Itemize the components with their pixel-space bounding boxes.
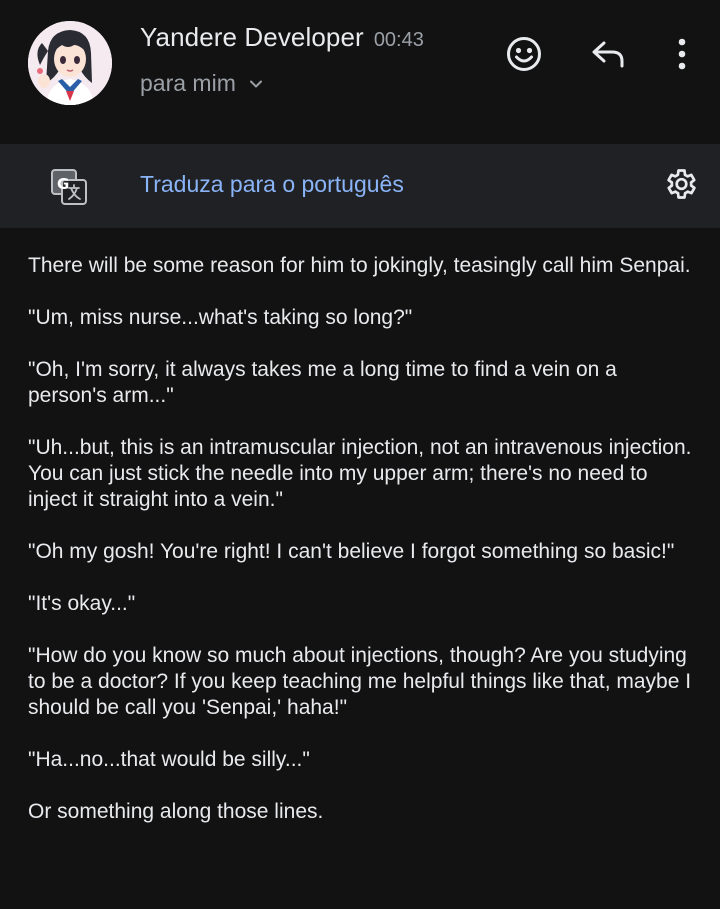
message-paragraph: "Oh, I'm sorry, it always takes me a lon… [28,358,617,407]
recipient-details-toggle[interactable]: para mim [140,70,264,97]
message-paragraph: "Ha...no...that would be silly..." [28,748,310,771]
google-translate-icon: G [50,168,88,206]
message-time: 00:43 [373,29,424,51]
more-options-button[interactable] [658,32,706,80]
anime-avatar-image [28,21,112,105]
reply-button[interactable] [584,32,632,80]
svg-text:G: G [57,175,69,193]
react-emoji-button[interactable] [500,32,548,80]
recipient-label: para mim [140,70,236,96]
more-vert-icon [677,38,687,75]
email-header: Yandere Developer 00:43 para mim [0,0,720,144]
message-paragraph: There will be some reason for him to jok… [28,254,691,277]
sender-line: Yandere Developer 00:43 [140,22,424,58]
sender-name[interactable]: Yandere Developer [140,22,364,53]
message-paragraph: "Um, miss nurse...what's taking so long?… [28,306,413,329]
message-body: There will be some reason for him to jok… [28,253,700,851]
translate-settings-button[interactable] [656,162,704,210]
chevron-down-icon [248,76,264,92]
translate-link[interactable]: Traduza para o português [140,171,404,198]
message-paragraph: "Uh...but, this is an intramuscular inje… [28,436,692,511]
sender-avatar[interactable] [28,21,112,105]
message-paragraph: "How do you know so much about injection… [28,644,692,719]
message-paragraph: "Oh my gosh! You're right! I can't belie… [28,540,675,563]
message-paragraph: Or something along those lines. [28,800,324,823]
message-paragraph: "It's okay..." [28,592,136,615]
translate-bar: G Traduza para o português [0,144,720,228]
emoji-smile-icon [505,35,543,78]
reply-icon [590,39,626,74]
gear-icon [662,166,698,207]
